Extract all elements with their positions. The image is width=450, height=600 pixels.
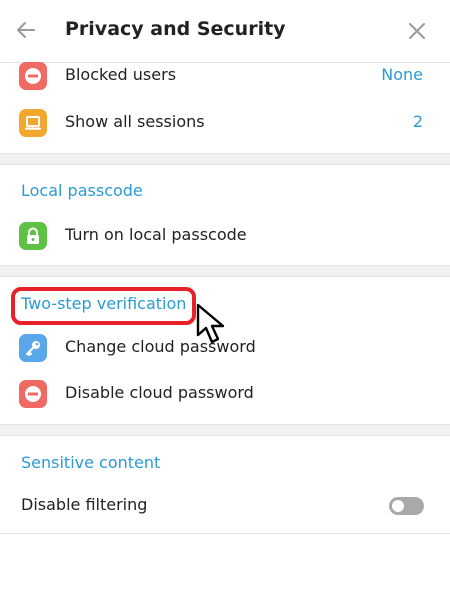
- section-divider: [0, 265, 450, 277]
- local-passcode-row[interactable]: Turn on local passcode: [0, 213, 450, 259]
- arrow-left-icon[interactable]: [14, 18, 38, 42]
- blocked-users-label: Blocked users: [65, 65, 177, 84]
- local-passcode-title: Local passcode: [21, 181, 143, 200]
- section-divider: [0, 424, 450, 436]
- section-bottom-border: [0, 533, 450, 534]
- toggle-knob: [390, 498, 406, 514]
- block-icon: [19, 380, 47, 408]
- disable-filtering-row[interactable]: Disable filtering: [0, 483, 450, 529]
- local-passcode-label: Turn on local passcode: [65, 225, 247, 244]
- blocked-users-value: None: [381, 65, 423, 84]
- highlight-box: [11, 287, 196, 325]
- close-icon[interactable]: [405, 19, 429, 43]
- disable-filtering-label: Disable filtering: [21, 495, 148, 514]
- mouse-cursor-icon: [196, 303, 225, 344]
- disable-password-row[interactable]: Disable cloud password: [0, 371, 450, 417]
- page-title: Privacy and Security: [65, 18, 286, 40]
- laptop-icon: [19, 109, 47, 137]
- key-icon: [19, 334, 47, 362]
- lock-icon: [19, 222, 47, 250]
- sessions-value: 2: [412, 112, 423, 131]
- disable-filtering-toggle[interactable]: [389, 497, 424, 515]
- block-icon: [19, 62, 47, 90]
- section-divider: [0, 153, 450, 165]
- sessions-label: Show all sessions: [65, 112, 205, 131]
- blocked-users-row[interactable]: Blocked users None: [0, 53, 450, 99]
- sensitive-content-title: Sensitive content: [21, 453, 161, 472]
- disable-password-label: Disable cloud password: [65, 383, 254, 402]
- sessions-row[interactable]: Show all sessions 2: [0, 100, 450, 146]
